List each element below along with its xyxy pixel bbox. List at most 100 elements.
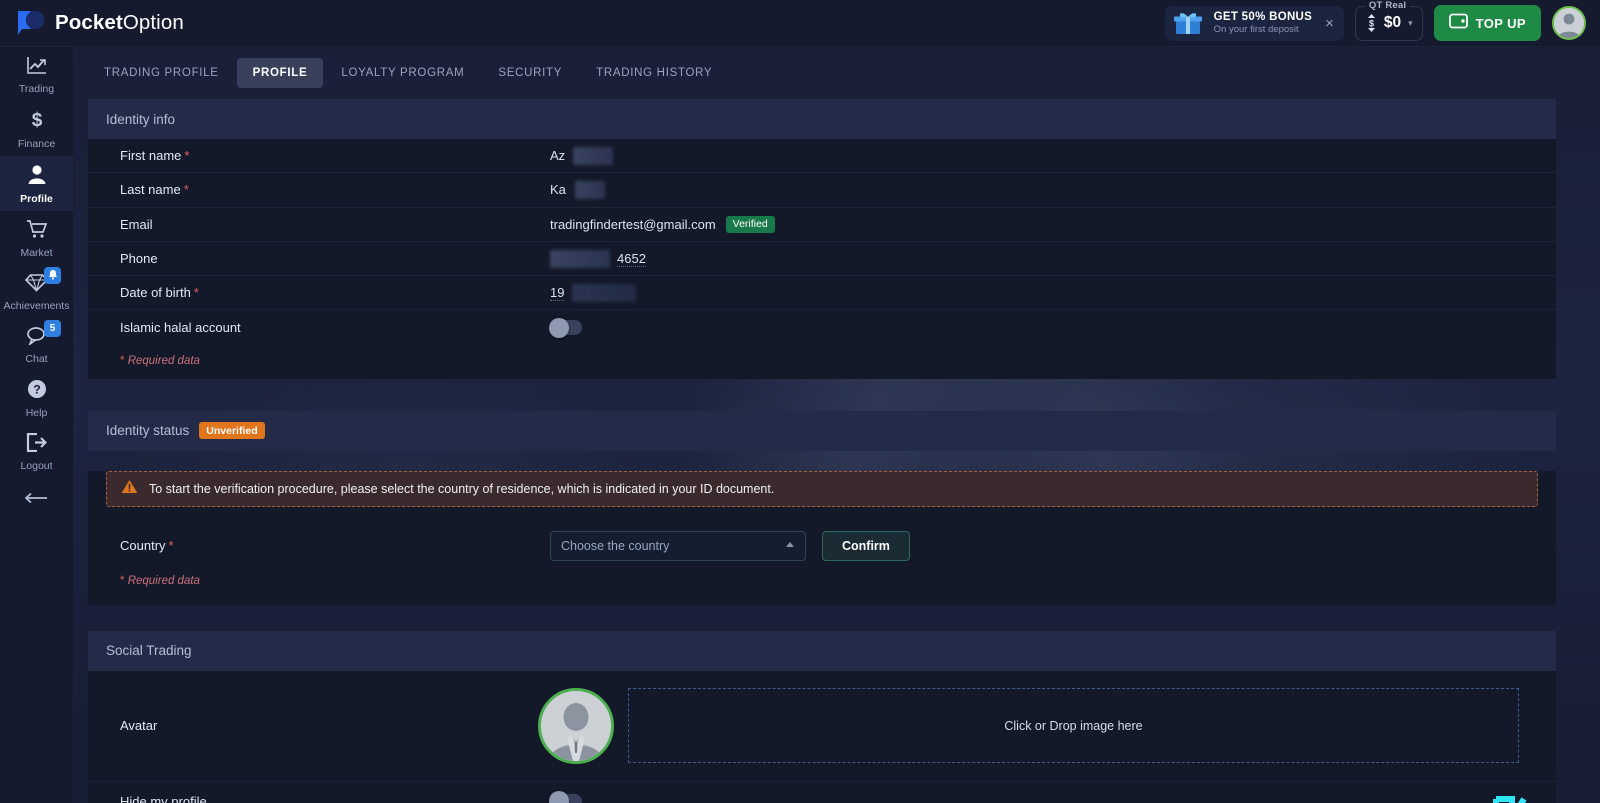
sidebar-item-label: Finance: [17, 138, 56, 150]
tab-trading-history[interactable]: TRADING HISTORY: [580, 58, 728, 88]
vertical-scrollbar[interactable]: [1594, 47, 1600, 803]
sidebar-item-help[interactable]: ? Help: [0, 371, 73, 425]
warning-text: To start the verification procedure, ple…: [149, 481, 775, 496]
sidebar-item-trading[interactable]: Trading: [0, 47, 73, 101]
bonus-banner[interactable]: GET 50% BONUS On your first deposit ×: [1164, 5, 1344, 41]
notification-badge: [44, 267, 61, 284]
identity-info-panel: First name * Az Last name * Ka Email tradi…: [88, 139, 1556, 379]
label-text: Phone: [120, 251, 158, 267]
table-row: Last name * Ka: [88, 173, 1556, 208]
arrow-left-icon: [24, 491, 49, 509]
social-trading-panel: Avatar Click or Drop image here Hide my …: [88, 670, 1556, 803]
chart-line-icon: [26, 55, 48, 80]
row-label-first-name: First name *: [120, 148, 550, 163]
top-up-label: TOP UP: [1475, 15, 1526, 31]
gift-icon: [1171, 9, 1205, 37]
required-asterisk: *: [120, 574, 125, 587]
row-value-islamic-halal: [549, 317, 582, 338]
sidebar-item-label: Profile: [20, 193, 53, 205]
sidebar-item-finance[interactable]: $ Finance: [0, 101, 73, 156]
logout-icon: [26, 432, 48, 457]
row-value-first-name[interactable]: Az: [550, 146, 614, 165]
required-note-text: Required data: [127, 574, 200, 587]
row-label-country: Country *: [120, 538, 550, 553]
first-name-value: Az: [550, 148, 566, 164]
balance-account-label: QT Real: [1364, 0, 1411, 11]
table-row: First name * Az: [88, 139, 1556, 174]
bonus-subtitle: On your first deposit: [1213, 24, 1299, 36]
chevron-up-icon: [785, 541, 795, 550]
redaction-block: [574, 180, 605, 199]
email-value: tradingfindertest@gmail.com: [550, 216, 716, 232]
top-bar: PocketOption GET 50% BONUS On your first…: [0, 0, 1600, 47]
sidebar-item-logout[interactable]: Logout: [0, 425, 73, 478]
sidebar-item-label: Market: [20, 247, 53, 259]
dropzone-text: Click or Drop image here: [1004, 718, 1143, 733]
avatar[interactable]: [1552, 6, 1586, 40]
row-label-date-of-birth: Date of birth *: [120, 285, 550, 300]
required-asterisk: *: [193, 285, 199, 301]
row-label-avatar: Avatar: [120, 718, 158, 734]
required-asterisk: *: [120, 354, 125, 367]
row-value-phone[interactable]: 4652: [550, 249, 646, 268]
balance-selector[interactable]: QT Real $ $0 ▾: [1354, 0, 1423, 41]
pocketoption-logo-icon: [16, 9, 46, 37]
cart-icon: [26, 219, 48, 244]
section-title: Identity status: [106, 423, 190, 439]
user-icon: [27, 164, 47, 190]
swap-arrows-icon: $: [1366, 13, 1377, 33]
redaction-block: [550, 249, 610, 268]
verification-warning-banner: To start the verification procedure, ple…: [106, 470, 1538, 507]
confirm-button[interactable]: Confirm: [822, 530, 910, 561]
chevron-down-icon[interactable]: ▾: [1408, 18, 1413, 29]
chat-unread-badge: 5: [44, 320, 61, 337]
required-asterisk: *: [183, 182, 189, 198]
hide-my-profile-toggle[interactable]: [549, 791, 582, 803]
islamic-halal-toggle[interactable]: [549, 317, 582, 338]
sidebar-item-profile[interactable]: Profile: [0, 156, 73, 211]
brand-text-light: Option: [122, 11, 184, 34]
close-icon[interactable]: ×: [1325, 16, 1334, 31]
tab-profile[interactable]: PROFILE: [236, 58, 324, 88]
toggle-knob: [549, 791, 569, 803]
top-bar-right: GET 50% BONUS On your first deposit × QT…: [1164, 0, 1586, 41]
label-text: First name: [120, 148, 182, 164]
row-value-date-of-birth[interactable]: 19: [550, 283, 637, 302]
sidebar-item-chat[interactable]: 5 Chat: [0, 318, 73, 371]
country-select-placeholder: Choose the country: [561, 538, 670, 553]
label-text: Date of birth: [120, 285, 191, 301]
sidebar-item-market[interactable]: Market: [0, 211, 73, 265]
row-label-hide-my-profile: Hide my profile: [120, 793, 207, 803]
identity-info-header: Identity info: [88, 99, 1556, 139]
section-title: Identity info: [106, 111, 176, 127]
bonus-text: GET 50% BONUS On your first deposit: [1214, 11, 1312, 36]
row-label-email: Email: [120, 217, 550, 232]
dollar-icon: $: [27, 109, 47, 135]
country-selection-row: Country * Choose the country Confirm: [88, 530, 1556, 561]
tab-trading-profile[interactable]: TRADING PROFILE: [88, 58, 235, 88]
status-badge: Unverified: [199, 422, 265, 440]
sidebar: Trading $ Finance Profile Market Achieve…: [0, 47, 74, 803]
avatar-dropzone[interactable]: Click or Drop image here: [628, 688, 1519, 764]
svg-text:$: $: [1369, 19, 1374, 29]
sidebar-item-label: Trading: [18, 83, 55, 95]
top-up-button[interactable]: TOP UP: [1433, 5, 1541, 41]
row-value-email[interactable]: tradingfindertest@gmail.com Verified: [550, 215, 775, 233]
redaction-block: [572, 283, 637, 302]
tab-security[interactable]: SECURITY: [482, 58, 578, 88]
warning-triangle-icon: [121, 479, 138, 499]
row-value-last-name[interactable]: Ka: [550, 180, 605, 199]
tab-loyalty-program[interactable]: LOYALTY PROGRAM: [325, 58, 480, 88]
country-select[interactable]: Choose the country: [550, 530, 806, 561]
sidebar-collapse-button[interactable]: [0, 478, 73, 522]
row-label-phone: Phone: [120, 251, 550, 266]
identity-status-header: Identity status Unverified: [88, 410, 1556, 451]
bonus-title: GET 50% BONUS: [1213, 10, 1313, 23]
main-content: TRADING PROFILE PROFILE LOYALTY PROGRAM …: [74, 47, 1600, 803]
label-text: Last name: [120, 182, 181, 198]
avatar[interactable]: [538, 687, 614, 764]
brand-logo[interactable]: PocketOption: [16, 9, 184, 37]
brand-text: PocketOption: [55, 11, 184, 35]
required-asterisk: *: [184, 148, 190, 164]
sidebar-item-achievements[interactable]: Achievements: [0, 265, 73, 318]
